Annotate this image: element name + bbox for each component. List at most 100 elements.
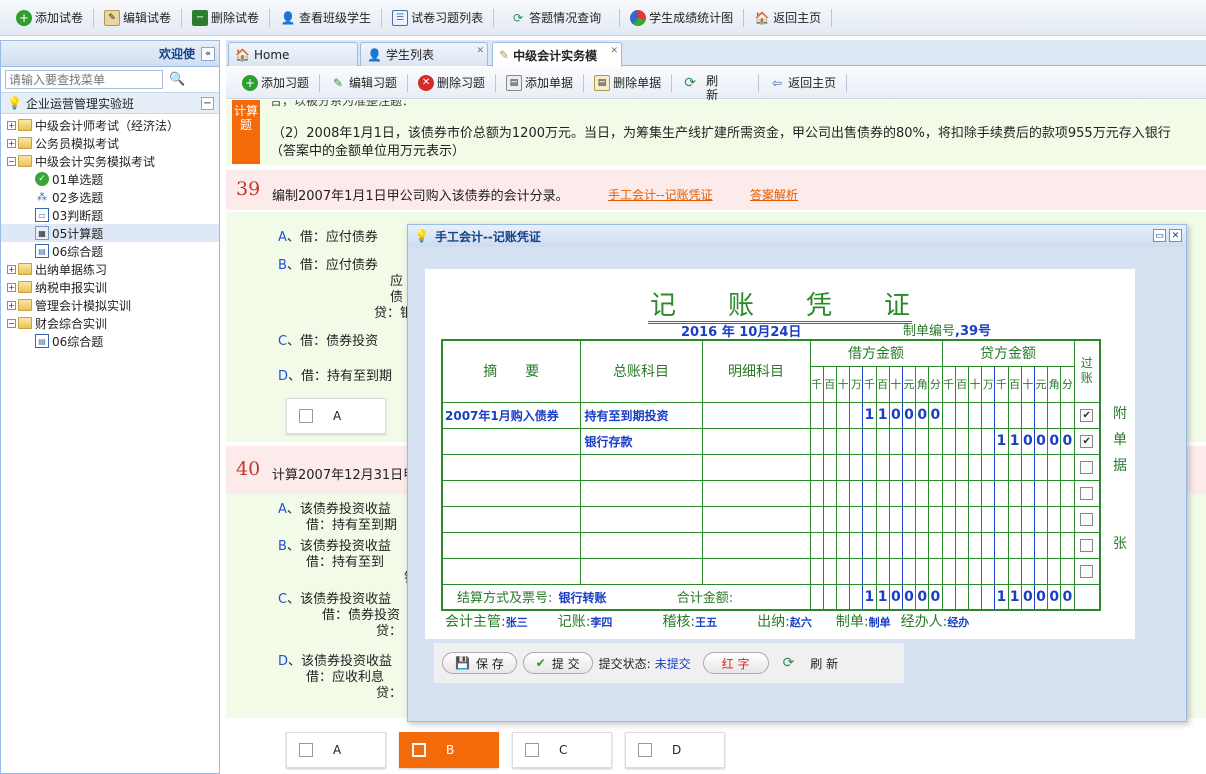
tree-node[interactable]: − 财会综合实训 (1, 314, 219, 332)
credit-cell[interactable] (941, 453, 1075, 481)
edit-paper-button[interactable]: ✎ 编辑试卷 (96, 5, 179, 31)
menu-search-input[interactable] (5, 70, 163, 89)
tab-student-list[interactable]: 👤 学生列表 ✕ (360, 42, 488, 66)
maximize-icon[interactable]: ▭ (1153, 229, 1166, 242)
posted-checkbox[interactable]: ✔ (1080, 408, 1094, 422)
ledger-cell[interactable] (579, 479, 703, 507)
collapse-node-icon[interactable]: − (7, 318, 16, 328)
close-tab-icon[interactable]: ✕ (610, 46, 618, 56)
detail-cell[interactable] (701, 453, 811, 481)
posted-checkbox[interactable] (1080, 486, 1094, 500)
summary-cell[interactable] (441, 531, 581, 559)
summary-cell[interactable] (441, 505, 581, 533)
add-question-button[interactable]: + 添加习题 (234, 70, 317, 96)
answer-analysis-link[interactable]: 答案解析 (750, 186, 798, 203)
dialog-titlebar[interactable]: 💡 手工会计--记账凭证 ▭ ✕ (408, 225, 1186, 247)
dialog-refresh-button[interactable]: ⟳ 刷 新 (783, 655, 839, 672)
tree-node[interactable]: − 中级会计实务模拟考试 (1, 152, 219, 170)
debit-cell[interactable] (809, 531, 943, 559)
credit-cell[interactable] (941, 505, 1075, 533)
ledger-cell[interactable] (579, 531, 703, 559)
posted-cell[interactable]: ✔ (1073, 401, 1101, 429)
tree-node[interactable]: + 纳税申报实训 (1, 278, 219, 296)
debit-cell[interactable] (809, 427, 943, 455)
detail-cell[interactable] (701, 479, 811, 507)
posted-checkbox[interactable] (1080, 512, 1094, 526)
return-home-button[interactable]: ⇦ 返回主页 (761, 70, 844, 96)
save-button[interactable]: 💾 保 存 (442, 652, 517, 674)
answer-choice-c[interactable]: C (512, 732, 612, 768)
posted-cell[interactable] (1073, 531, 1101, 559)
expand-icon[interactable]: + (7, 264, 16, 274)
detail-cell[interactable] (701, 427, 811, 455)
posted-checkbox[interactable]: ✔ (1080, 434, 1094, 448)
debit-cell[interactable] (809, 557, 943, 585)
posted-checkbox[interactable] (1080, 564, 1094, 578)
tree-node[interactable]: + 公务员模拟考试 (1, 134, 219, 152)
summary-cell[interactable]: 2007年1月购入债券 (441, 401, 581, 429)
posted-cell[interactable]: ✔ (1073, 427, 1101, 455)
detail-cell[interactable] (701, 505, 811, 533)
tree-leaf[interactable]: ⁂ 02多选题 (1, 188, 219, 206)
add-document-button[interactable]: ▤ 添加单据 (498, 70, 581, 96)
tab-home[interactable]: 🏠 Home (228, 42, 358, 66)
delete-document-button[interactable]: ▤ 删除单据 (586, 70, 669, 96)
tree-node[interactable]: + 管理会计模拟实训 (1, 296, 219, 314)
posted-checkbox[interactable] (1080, 460, 1094, 474)
expand-icon[interactable]: + (7, 300, 16, 310)
credit-cell[interactable]: 110000 (941, 427, 1075, 455)
debit-cell[interactable] (809, 505, 943, 533)
submit-button[interactable]: ✔ 提 交 (522, 652, 593, 674)
summary-cell[interactable] (441, 427, 581, 455)
red-entry-button[interactable]: 红 字 (702, 652, 769, 674)
view-students-button[interactable]: 👤 查看班级学生 (272, 5, 379, 31)
answer-choice-b[interactable]: B (399, 732, 499, 768)
checkbox[interactable] (299, 743, 313, 757)
detail-cell[interactable] (701, 401, 811, 429)
paper-question-list-button[interactable]: ☰ 试卷习题列表 (384, 5, 491, 31)
close-icon[interactable]: ✕ (1169, 229, 1182, 242)
checkbox[interactable] (638, 743, 652, 757)
posted-cell[interactable] (1073, 453, 1101, 481)
tree-leaf[interactable]: ✓ 01单选题 (1, 170, 219, 188)
expand-icon[interactable]: + (7, 138, 16, 148)
detail-cell[interactable] (701, 531, 811, 559)
debit-cell[interactable] (809, 479, 943, 507)
add-paper-button[interactable]: + 添加试卷 (8, 5, 91, 31)
posted-cell[interactable] (1073, 479, 1101, 507)
answer-choice-a[interactable]: A (286, 732, 386, 768)
return-home-button[interactable]: 🏠 返回主页 (746, 5, 829, 31)
detail-cell[interactable] (701, 557, 811, 585)
close-tab-icon[interactable]: ✕ (476, 46, 484, 56)
tree-leaf[interactable]: ▤ 06综合题 (1, 242, 219, 260)
tree-node[interactable]: + 中级会计师考试（经济法） (1, 116, 219, 134)
tree-leaf[interactable]: ▭ 03判断题 (1, 206, 219, 224)
answer-choice-a[interactable]: A (286, 398, 386, 434)
search-icon[interactable]: 🔍 (169, 72, 185, 87)
debit-cell[interactable] (809, 453, 943, 481)
posted-cell[interactable] (1073, 557, 1101, 585)
checkbox[interactable] (299, 409, 313, 423)
debit-cell[interactable]: 110000 (809, 401, 943, 429)
answer-query-button[interactable]: ⟳ 答题情况查询 (502, 5, 609, 31)
collapse-tree-icon[interactable]: − (201, 96, 214, 110)
credit-cell[interactable] (941, 479, 1075, 507)
tree-root[interactable]: 💡 企业运营管理实验班 − (1, 92, 219, 114)
tree-node[interactable]: + 出纳单据练习 (1, 260, 219, 278)
delete-question-button[interactable]: ✕ 删除习题 (410, 70, 493, 96)
summary-cell[interactable] (441, 479, 581, 507)
ledger-cell[interactable] (579, 453, 703, 481)
voucher-link[interactable]: 手工会计--记账凭证 (608, 186, 713, 203)
collapse-icon[interactable]: « (201, 46, 215, 61)
credit-cell[interactable] (941, 557, 1075, 585)
posted-checkbox[interactable] (1080, 538, 1094, 552)
checkbox[interactable] (412, 743, 426, 757)
collapse-node-icon[interactable]: − (7, 156, 16, 166)
answer-choice-d[interactable]: D (625, 732, 725, 768)
refresh-button[interactable]: ⟳ 刷新 (674, 70, 756, 102)
summary-cell[interactable] (441, 557, 581, 585)
ledger-cell[interactable] (579, 505, 703, 533)
tree-leaf[interactable]: ▤ 06综合题 (1, 332, 219, 350)
tree-leaf-selected[interactable]: ▦ 05计算题 (1, 224, 219, 242)
expand-icon[interactable]: + (7, 120, 16, 130)
